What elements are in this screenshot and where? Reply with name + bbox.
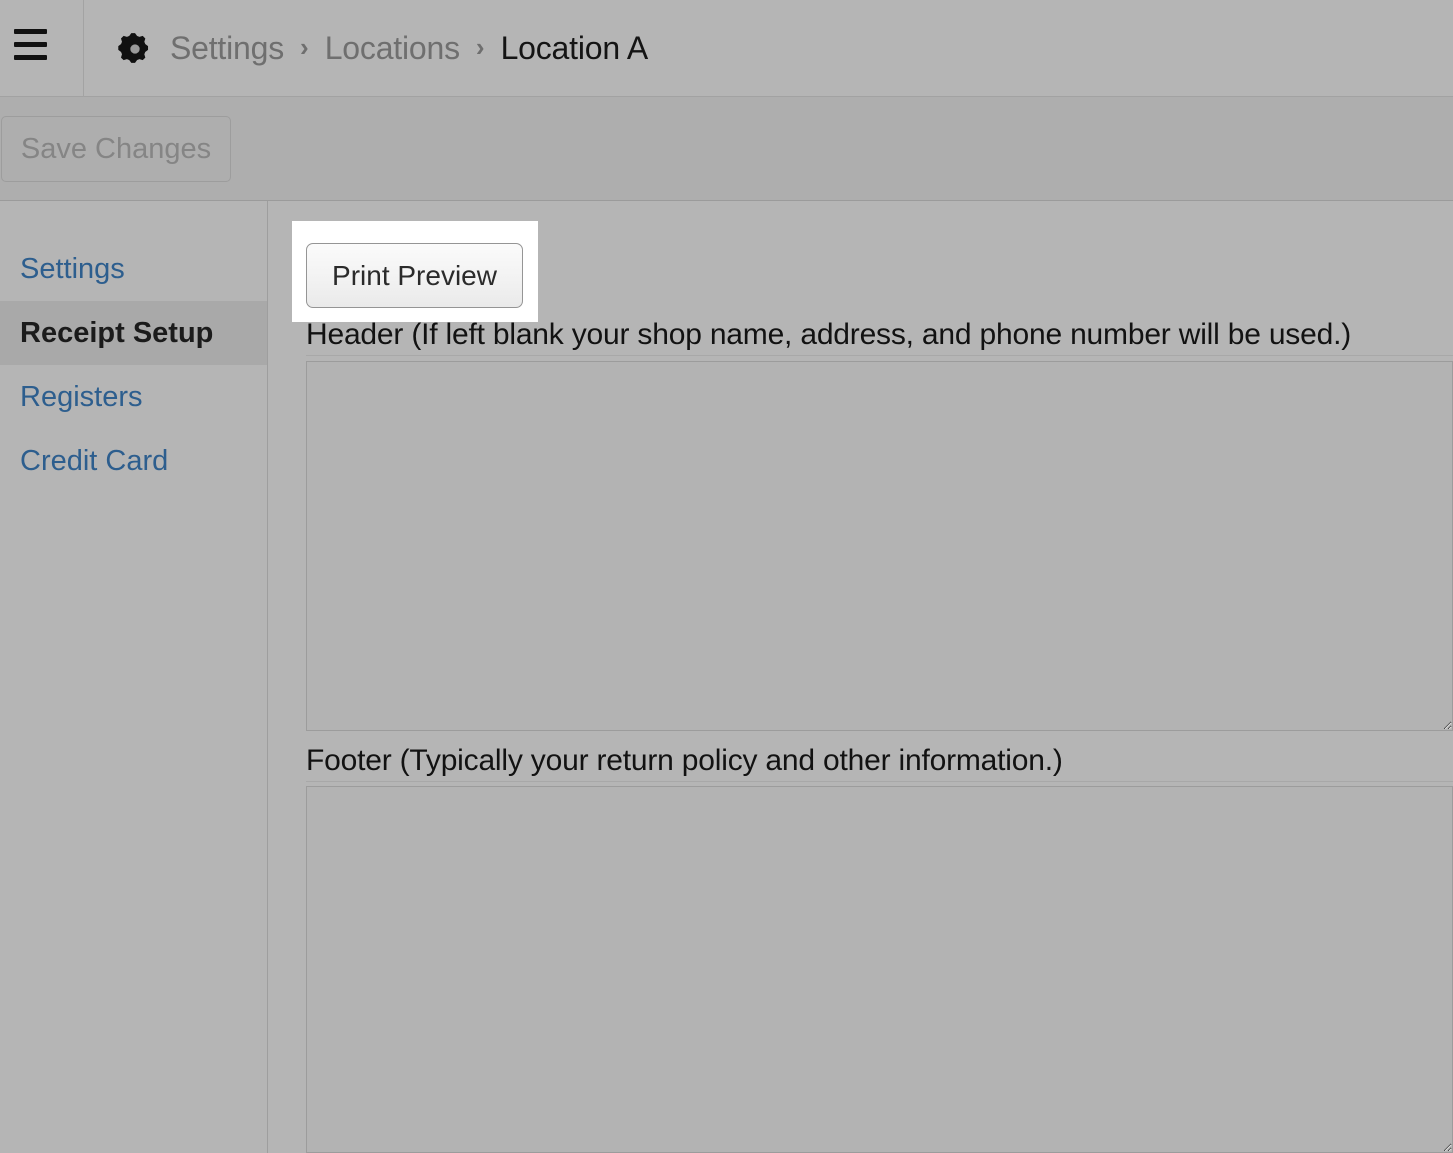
gear-icon [118, 32, 149, 63]
header-field-divider [306, 355, 1453, 356]
hamburger-bar-1 [14, 28, 47, 34]
breadcrumb-item-settings[interactable]: Settings [170, 30, 284, 67]
breadcrumb-item-locations[interactable]: Locations [325, 30, 460, 67]
header-divider [83, 0, 84, 97]
breadcrumb: Settings › Locations › Location A [118, 0, 648, 97]
header-field-label: Header (If left blank your shop name, ad… [306, 318, 1352, 351]
header-textarea[interactable] [306, 361, 1453, 731]
breadcrumb-item-location-a: Location A [500, 30, 649, 66]
print-preview-button[interactable]: Print Preview [306, 243, 523, 308]
save-changes-button[interactable]: Save Changes [1, 116, 231, 182]
breadcrumb-separator-2: › [475, 32, 485, 62]
action-toolbar: Save Changes [0, 97, 1453, 201]
sidebar-item-credit-card[interactable]: Credit Card [0, 429, 267, 493]
sidebar-item-registers[interactable]: Registers [0, 365, 267, 429]
breadcrumb-separator-1: › [300, 32, 309, 62]
top-header-bar: Settings › Locations › Location A [0, 0, 1453, 97]
sidebar-item-receipt-setup[interactable]: Receipt Setup [0, 301, 267, 365]
hamburger-bar-3 [14, 54, 47, 60]
hamburger-bar-2 [14, 41, 47, 47]
footer-field-divider [306, 781, 1453, 782]
sidebar-item-settings[interactable]: Settings [0, 237, 267, 301]
app-root: Settings › Locations › Location A Save C… [0, 0, 1453, 1153]
footer-textarea[interactable] [306, 786, 1453, 1153]
footer-field-label: Footer (Typically your return policy and… [306, 744, 1063, 777]
hamburger-menu-icon[interactable] [14, 24, 47, 64]
settings-sidebar: Settings Receipt Setup Registers Credit … [0, 201, 268, 1153]
